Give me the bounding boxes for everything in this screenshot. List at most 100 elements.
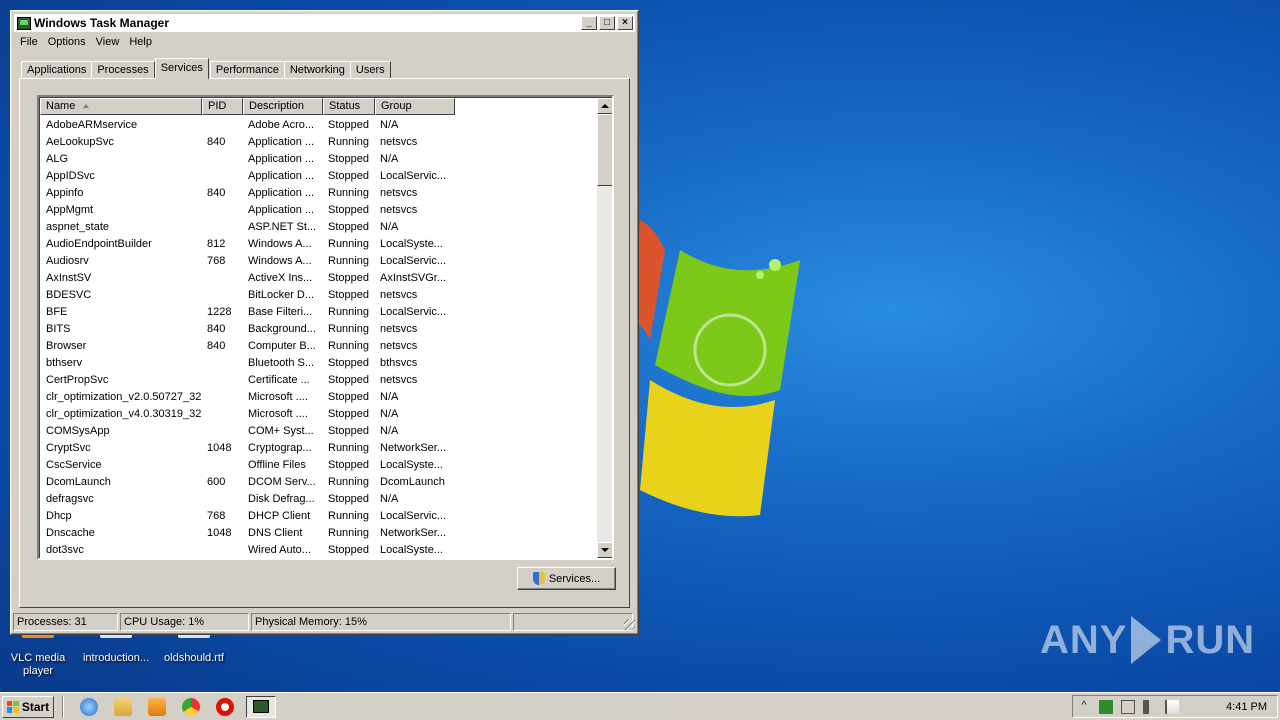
service-description-cell: Wired Auto...	[248, 543, 311, 556]
table-row[interactable]: aspnet_state ASP.NET St... Stopped N/A	[40, 218, 597, 235]
table-row[interactable]: COMSysApp COM+ Syst... Stopped N/A	[40, 422, 597, 439]
windows-explorer-icon[interactable]	[114, 697, 132, 716]
anyrun-watermark: ANY RUN	[1040, 610, 1254, 670]
table-row[interactable]: DcomLaunch 600 DCOM Serv... Running DcomLaun…	[40, 473, 597, 490]
chrome-icon[interactable]	[182, 697, 200, 716]
column-header-pid[interactable]: PID	[202, 98, 243, 115]
maximize-button[interactable]: □	[599, 16, 615, 30]
table-row[interactable]: BFE 1228 Base Filteri... Running LocalServic…	[40, 303, 597, 320]
table-row[interactable]: AppMgmt Application ... Stopped netsvcs	[40, 201, 597, 218]
column-header-description[interactable]: Description	[243, 98, 323, 115]
service-status-cell: Stopped	[328, 203, 369, 216]
table-row[interactable]: AppIDSvc Application ... Stopped LocalServi…	[40, 167, 597, 184]
clock[interactable]: 4:41 PM	[1226, 701, 1267, 713]
service-group-cell: N/A	[380, 390, 399, 403]
service-pid-cell: 840	[207, 322, 226, 335]
desktop-icon-vlc[interactable]: VLC media player	[0, 628, 76, 678]
tab-users[interactable]: Users	[349, 61, 391, 79]
service-status-cell: Stopped	[328, 288, 369, 301]
green-status-icon[interactable]	[1099, 699, 1113, 714]
table-row[interactable]: Browser 840 Computer B... Running netsvcs	[40, 337, 597, 354]
watermark-text-right: RUN	[1165, 617, 1256, 662]
service-pid-cell: 840	[207, 186, 226, 199]
table-row[interactable]: AxInstSV ActiveX Ins... Stopped AxInstSVGr.…	[40, 269, 597, 286]
service-name-cell: Appinfo	[46, 186, 84, 199]
table-row[interactable]: AudioEndpointBuilder 812 Windows A... Runni…	[40, 235, 597, 252]
column-header-group[interactable]: Group	[375, 98, 455, 115]
table-row[interactable]: Audiosrv 768 Windows A... Running LocalServi…	[40, 252, 597, 269]
service-description-cell: Application ...	[248, 186, 315, 199]
close-button[interactable]: ×	[617, 16, 633, 30]
table-row[interactable]: Dnscache 1048 DNS Client Running NetworkSer.…	[40, 524, 597, 541]
table-row[interactable]: BDESVC BitLocker D... Stopped netsvcs	[40, 286, 597, 303]
logo-red-pane	[635, 220, 665, 340]
scroll-down-button[interactable]	[597, 542, 612, 558]
services-button-label: Services...	[548, 572, 601, 585]
table-row[interactable]: CryptSvc 1048 Cryptograp... Running NetworkS…	[40, 439, 597, 456]
table-row[interactable]: ALG Application ... Stopped N/A	[40, 150, 597, 167]
action-center-flag-icon[interactable]	[1165, 699, 1179, 714]
service-name-cell: dot3svc	[46, 543, 84, 556]
opera-icon[interactable]	[216, 697, 234, 716]
service-group-cell: netsvcs	[380, 186, 418, 199]
tab-performance[interactable]: Performance	[209, 61, 285, 79]
service-description-cell: Cryptograp...	[248, 441, 312, 454]
desktop-icon-label: introduction...	[82, 652, 150, 664]
tab-applications[interactable]: Applications	[21, 61, 93, 79]
table-row[interactable]: Appinfo 840 Application ... Running netsvcs	[40, 184, 597, 201]
services-list[interactable]: Name PID Description Status Group AdobeA…	[37, 95, 614, 560]
service-pid-cell: 812	[207, 237, 226, 250]
service-name-cell: CscService	[46, 458, 102, 471]
scroll-up-button[interactable]	[597, 98, 612, 114]
volume-icon[interactable]	[1143, 699, 1157, 714]
resize-grip[interactable]	[624, 619, 635, 630]
service-status-cell: Stopped	[328, 543, 369, 556]
tab-processes[interactable]: Processes	[91, 61, 155, 79]
service-group-cell: LocalServic...	[380, 254, 447, 267]
service-name-cell: AudioEndpointBuilder	[46, 237, 152, 250]
table-row[interactable]: dot3svc Wired Auto... Stopped LocalSyste...	[40, 541, 597, 558]
desktop-icons: VLC media player introduction... oldshou…	[0, 628, 240, 688]
tab-services[interactable]: Services	[154, 58, 209, 79]
table-row[interactable]: bthserv Bluetooth S... Stopped bthsvcs	[40, 354, 597, 371]
title-bar[interactable]: Windows Task Manager _ □ ×	[14, 14, 635, 32]
service-name-cell: AppIDSvc	[46, 169, 95, 182]
sort-ascending-icon	[83, 104, 90, 109]
menu-view[interactable]: View	[91, 35, 125, 53]
table-row[interactable]: clr_optimization_v4.0.30319_32 Microsoft …	[40, 405, 597, 422]
taskbar-task-manager-button[interactable]	[246, 695, 276, 718]
menu-file[interactable]: File	[15, 35, 43, 53]
start-button[interactable]: Start	[2, 695, 54, 718]
service-pid-cell: 768	[207, 254, 226, 267]
table-row[interactable]: Dhcp 768 DHCP Client Running LocalServic...	[40, 507, 597, 524]
table-row[interactable]: AdobeARMservice Adobe Acro... Stopped N/A	[40, 116, 597, 133]
show-hidden-icons-icon[interactable]: ^	[1077, 700, 1091, 714]
service-pid-cell: 1048	[207, 441, 232, 454]
menu-options[interactable]: Options	[43, 35, 91, 53]
minimize-button[interactable]: _	[581, 16, 597, 30]
services-button[interactable]: Services...	[517, 567, 616, 590]
service-name-cell: clr_optimization_v4.0.30319_32	[46, 407, 201, 420]
scroll-thumb[interactable]	[597, 114, 612, 186]
desktop-icon-label: VLC media player	[10, 652, 66, 677]
service-status-cell: Running	[328, 322, 369, 335]
internet-explorer-icon[interactable]	[80, 697, 98, 716]
service-group-cell: N/A	[380, 492, 399, 505]
network-icon[interactable]	[1121, 699, 1135, 714]
table-row[interactable]: clr_optimization_v2.0.50727_32 Microsoft …	[40, 388, 597, 405]
column-header-name[interactable]: Name	[40, 98, 202, 115]
windows-logo-wallpaper	[635, 220, 800, 517]
table-row[interactable]: BITS 840 Background... Running netsvcs	[40, 320, 597, 337]
service-group-cell: LocalServic...	[380, 509, 447, 522]
column-header-status[interactable]: Status	[323, 98, 375, 115]
service-group-cell: AxInstSVGr...	[380, 271, 447, 284]
menu-help[interactable]: Help	[124, 35, 157, 53]
tab-networking[interactable]: Networking	[283, 61, 351, 79]
table-row[interactable]: defragsvc Disk Defrag... Stopped N/A	[40, 490, 597, 507]
vertical-scrollbar[interactable]	[597, 98, 612, 558]
table-row[interactable]: CertPropSvc Certificate ... Stopped netsvcs	[40, 371, 597, 388]
window-title: Windows Task Manager	[34, 16, 170, 30]
table-row[interactable]: AeLookupSvc 840 Application ... Running nets…	[40, 133, 597, 150]
table-row[interactable]: CscService Offline Files Stopped LocalSyste…	[40, 456, 597, 473]
media-player-icon[interactable]	[148, 697, 166, 716]
